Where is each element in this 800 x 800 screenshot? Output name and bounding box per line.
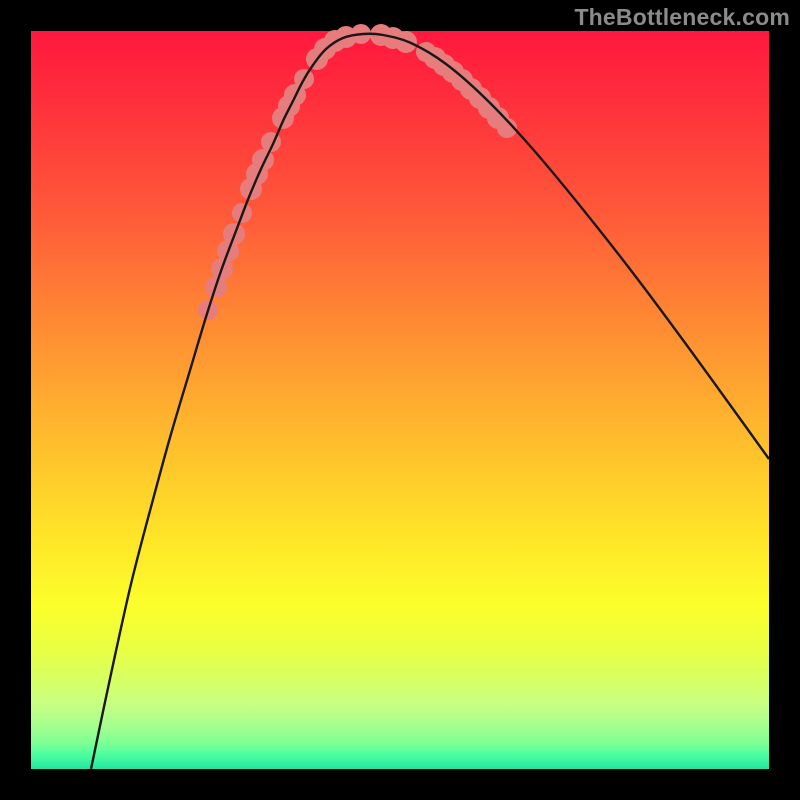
bead: [252, 149, 274, 171]
beads-group: [198, 24, 517, 320]
watermark-text: TheBottleneck.com: [574, 4, 790, 31]
v-curve-path: [91, 34, 769, 769]
chart-frame: TheBottleneck.com: [0, 0, 800, 800]
chart-svg: [31, 31, 769, 769]
